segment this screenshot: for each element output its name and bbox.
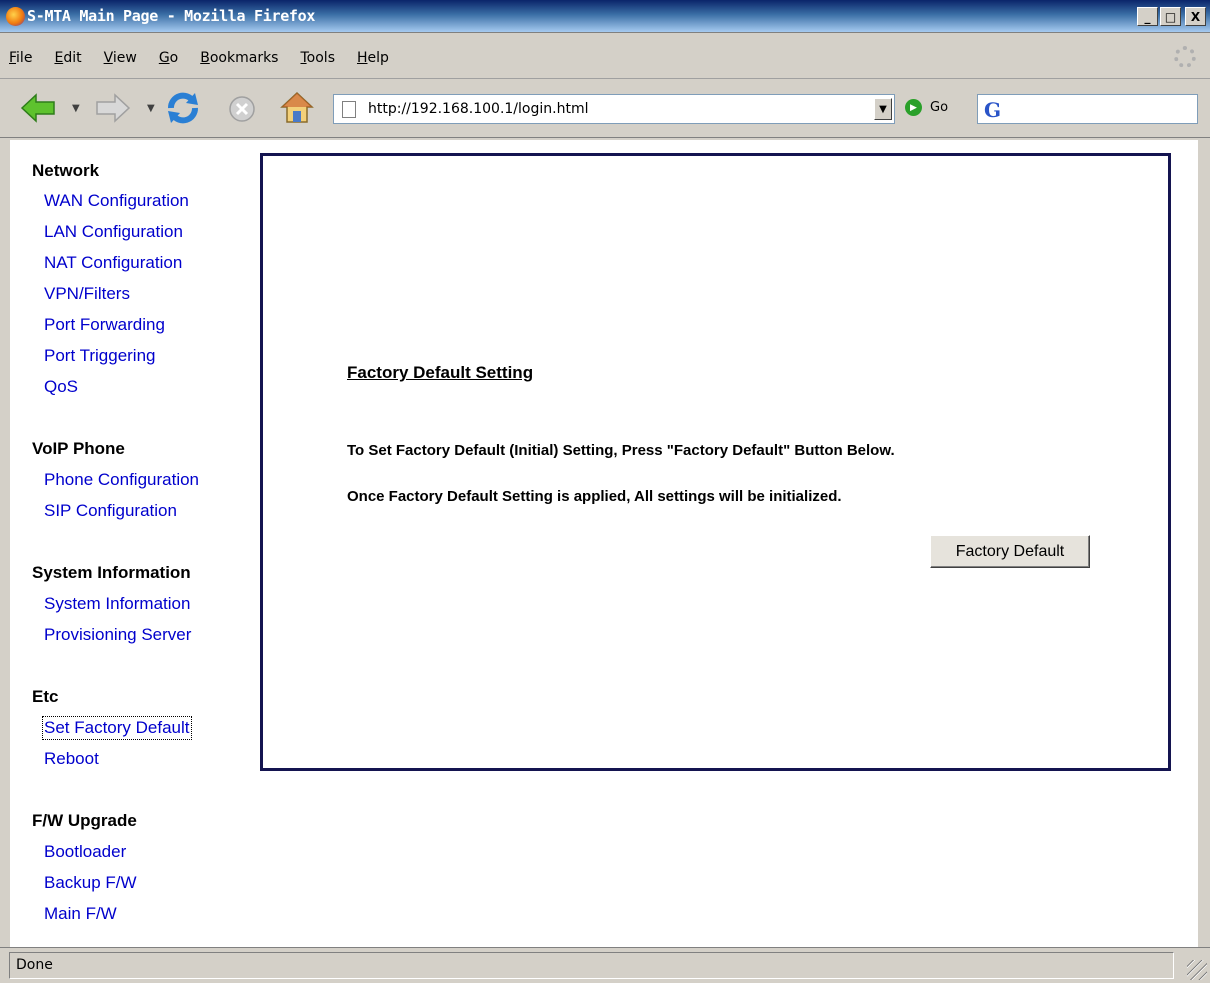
maximize-button[interactable]: □: [1160, 7, 1181, 26]
menu-go[interactable]: Go: [159, 50, 178, 66]
title-bar: S-MTA Main Page - Mozilla Firefox _ □ X: [0, 0, 1210, 33]
resize-grip-icon[interactable]: [1187, 960, 1207, 980]
throbber-icon: [1174, 46, 1196, 68]
section-voip-title: VoIP Phone: [32, 439, 125, 458]
warning-text: Once Factory Default Setting is applied,…: [347, 488, 842, 505]
url-dropdown-button[interactable]: ▼: [874, 98, 892, 120]
address-bar[interactable]: http://192.168.100.1/login.html ▼: [333, 94, 895, 124]
sidebar-link-nat-configuration[interactable]: NAT Configuration: [44, 253, 182, 273]
back-icon: [20, 93, 55, 123]
forward-button[interactable]: [95, 92, 131, 124]
section-network-title: Network: [32, 161, 100, 180]
sidebar-link-qos[interactable]: QoS: [44, 377, 78, 397]
minimize-icon: _: [1144, 9, 1151, 24]
sidebar-link-sip-configuration[interactable]: SIP Configuration: [44, 501, 177, 521]
window-frame-right: [1198, 140, 1210, 947]
reload-icon: [168, 92, 198, 124]
minimize-button[interactable]: _: [1137, 7, 1158, 26]
firefox-icon: [6, 7, 25, 26]
go-button[interactable]: ▶ Go: [905, 99, 948, 116]
forward-icon: [96, 93, 131, 123]
menu-view[interactable]: View: [104, 50, 137, 66]
url-text[interactable]: http://192.168.100.1/login.html: [368, 101, 588, 117]
go-icon: ▶: [905, 99, 922, 116]
sidebar-link-port-triggering[interactable]: Port Triggering: [44, 346, 156, 366]
sidebar-link-backup-fw[interactable]: Backup F/W: [44, 873, 137, 893]
menu-bar: File Edit View Go Bookmarks Tools Help: [0, 33, 1210, 79]
status-bar: Done: [0, 947, 1210, 983]
sidebar-link-phone-configuration[interactable]: Phone Configuration: [44, 470, 199, 490]
google-search-icon[interactable]: G: [984, 98, 1001, 122]
sidebar-link-bootloader[interactable]: Bootloader: [44, 842, 126, 862]
close-icon: X: [1190, 9, 1201, 24]
page-title: Factory Default Setting: [347, 363, 534, 382]
menu-edit[interactable]: Edit: [54, 50, 81, 66]
factory-default-button[interactable]: Factory Default: [930, 535, 1090, 568]
window-controls: _ □ X: [1137, 7, 1206, 26]
sidebar-link-system-information[interactable]: System Information: [44, 594, 190, 614]
sidebar-link-main-fw[interactable]: Main F/W: [44, 904, 117, 924]
section-etc-title: Etc: [32, 687, 59, 706]
back-button[interactable]: [20, 92, 56, 124]
stop-button[interactable]: [227, 94, 257, 124]
home-button[interactable]: [279, 90, 315, 126]
page-content: Network WAN Configuration LAN Configurat…: [10, 140, 1198, 947]
page-icon: [342, 101, 356, 118]
stop-icon: [229, 96, 255, 122]
search-input[interactable]: G: [977, 94, 1198, 124]
sidebar-link-provisioning-server[interactable]: Provisioning Server: [44, 625, 191, 645]
dropdown-arrow-icon: ▼: [879, 103, 887, 115]
close-button[interactable]: X: [1185, 7, 1206, 26]
menu-help[interactable]: Help: [357, 50, 389, 66]
sidebar: Network WAN Configuration LAN Configurat…: [10, 140, 255, 947]
section-fw-upgrade-title: F/W Upgrade: [32, 811, 137, 830]
window-title: S-MTA Main Page - Mozilla Firefox: [27, 7, 316, 25]
sidebar-link-lan-configuration[interactable]: LAN Configuration: [44, 222, 183, 242]
back-dropdown-icon[interactable]: ▼: [72, 103, 80, 114]
home-icon: [280, 91, 314, 123]
sidebar-link-reboot[interactable]: Reboot: [44, 749, 99, 769]
menu-items: File Edit View Go Bookmarks Tools Help: [9, 50, 411, 66]
navigation-toolbar: ▼ ▼ http://192.168.100.1/login.html ▼ ▶ …: [0, 80, 1210, 138]
maximize-icon: □: [1164, 9, 1177, 24]
menu-bookmarks[interactable]: Bookmarks: [200, 50, 278, 66]
menu-file[interactable]: File: [9, 50, 32, 66]
reload-button[interactable]: [165, 90, 201, 126]
instruction-text: To Set Factory Default (Initial) Setting…: [347, 442, 895, 459]
forward-dropdown-icon[interactable]: ▼: [147, 103, 155, 114]
menu-tools[interactable]: Tools: [300, 50, 335, 66]
go-label: Go: [930, 100, 949, 115]
sidebar-link-set-factory-default[interactable]: Set Factory Default: [42, 716, 192, 740]
status-text: Done: [9, 952, 1174, 979]
section-system-info-title: System Information: [32, 563, 191, 582]
sidebar-link-vpn-filters[interactable]: VPN/Filters: [44, 284, 130, 304]
main-panel: Factory Default Setting To Set Factory D…: [260, 153, 1171, 771]
sidebar-link-wan-configuration[interactable]: WAN Configuration: [44, 191, 189, 211]
sidebar-link-port-forwarding[interactable]: Port Forwarding: [44, 315, 165, 335]
